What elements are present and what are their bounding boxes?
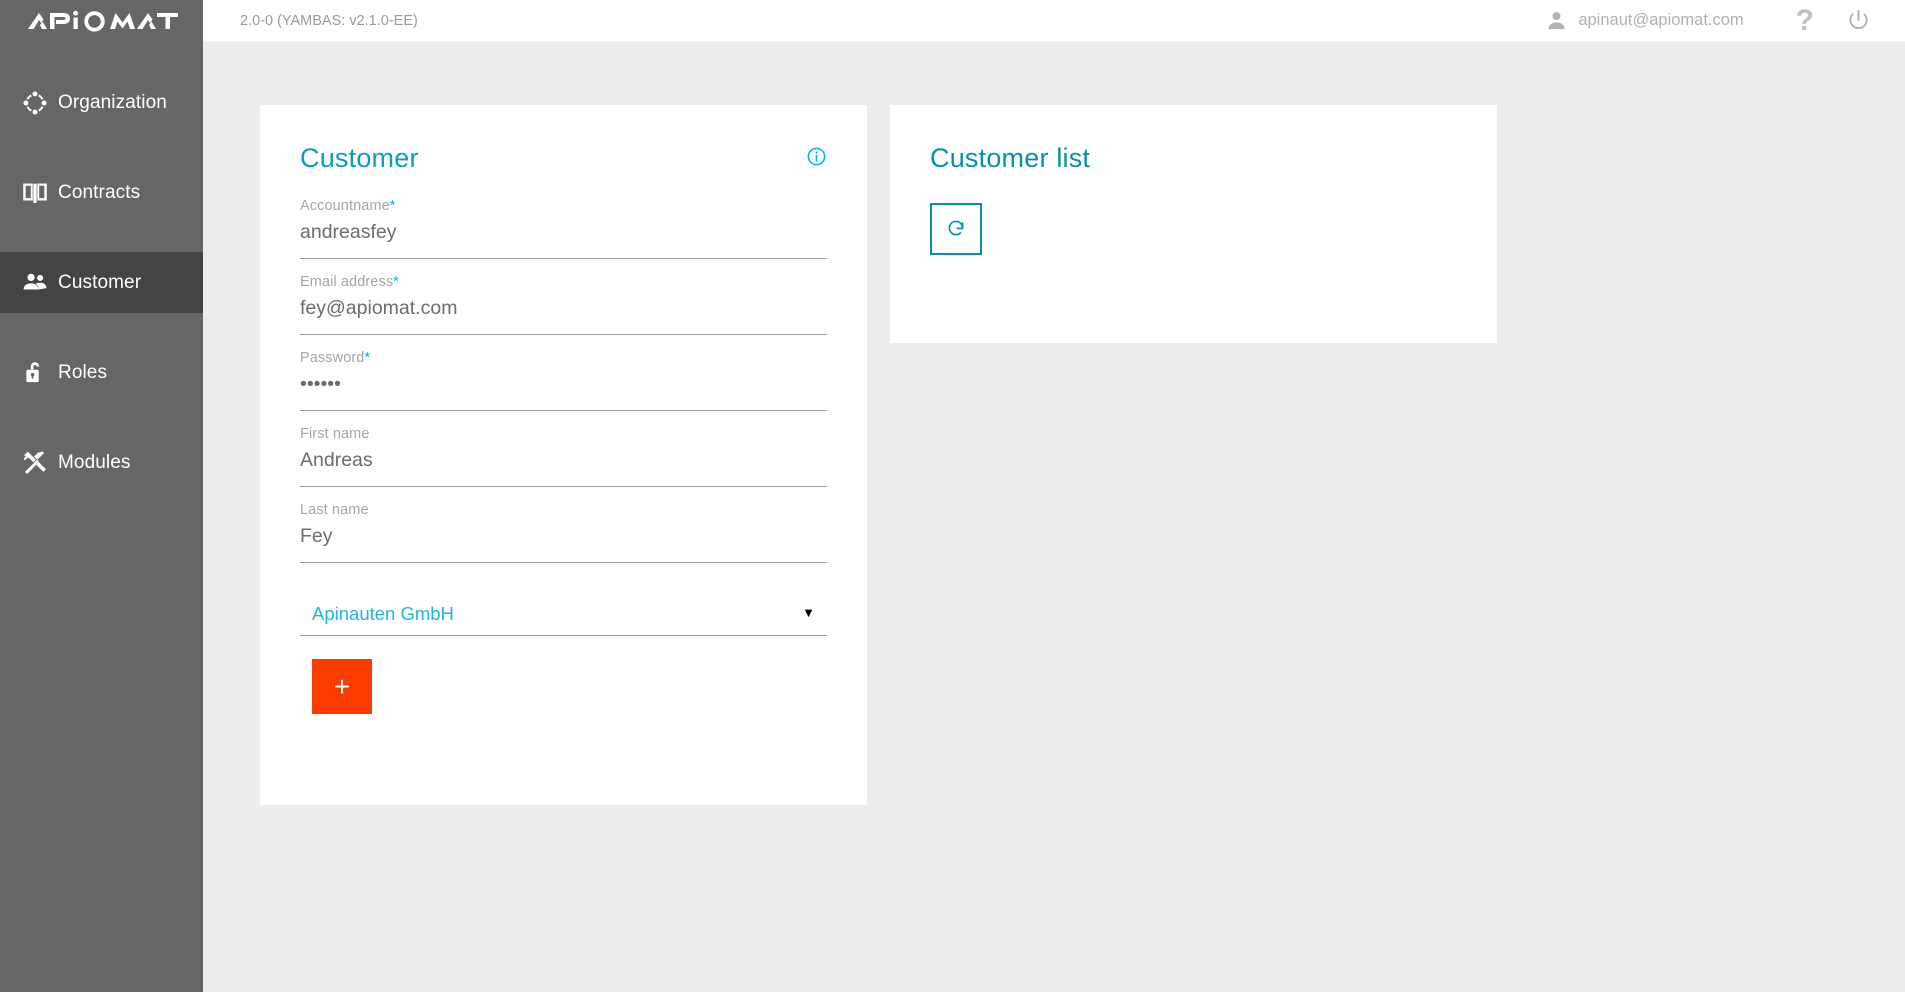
chevron-down-icon: ▼: [802, 605, 815, 620]
sidebar-item-contracts[interactable]: Contracts: [0, 162, 203, 223]
refresh-circular-arrow-icon: [945, 217, 967, 242]
sidebar-nav: Organization Contracts Customer Roles Mo…: [0, 72, 203, 493]
power-icon[interactable]: [1836, 8, 1885, 33]
field-first-name: First name: [300, 426, 827, 487]
sidebar-item-customer[interactable]: Customer: [0, 252, 203, 313]
people-icon: [12, 269, 58, 297]
main-area: 2.0-0 (YAMBAS: v2.1.0-EE) apinaut@apioma…: [203, 0, 1905, 992]
sidebar-item-label: Contracts: [58, 181, 141, 203]
apiomat-logo-icon: [27, 10, 178, 32]
app-root: Organization Contracts Customer Roles Mo…: [0, 0, 1905, 992]
required-marker: *: [389, 198, 396, 214]
sidebar-item-modules[interactable]: Modules: [0, 432, 203, 493]
open-book-icon: [12, 179, 58, 207]
accountname-label: Accountname*: [300, 198, 396, 214]
sidebar-item-label: Customer: [58, 271, 142, 293]
password-label: Password*: [300, 350, 371, 366]
customer-list-title: Customer list: [930, 143, 1091, 173]
first-name-label: First name: [300, 426, 370, 442]
organization-select[interactable]: Apinauten GmbH ▼: [300, 603, 827, 636]
sidebar-item-organization[interactable]: Organization: [0, 72, 203, 133]
apiomat-logo[interactable]: [0, 0, 203, 42]
person-icon: [1535, 9, 1578, 32]
hammer-wrench-icon: [12, 449, 58, 477]
refresh-customer-list-button[interactable]: [930, 203, 982, 255]
info-circle-icon[interactable]: [806, 146, 827, 167]
customer-card: Customer Accountname* Email address*: [260, 105, 867, 805]
field-last-name: Last name: [300, 502, 827, 563]
first-name-input[interactable]: [300, 449, 827, 487]
unlocked-padlock-icon: [12, 359, 58, 387]
last-name-label: Last name: [300, 502, 369, 518]
topbar: 2.0-0 (YAMBAS: v2.1.0-EE) apinaut@apioma…: [203, 0, 1905, 42]
sidebar-item-label: Organization: [58, 91, 167, 113]
sidebar: Organization Contracts Customer Roles Mo…: [0, 0, 203, 992]
field-email-address: Email address*: [300, 274, 827, 335]
field-accountname: Accountname*: [300, 198, 827, 259]
sidebar-item-label: Roles: [58, 361, 108, 383]
accountname-input[interactable]: [300, 221, 827, 259]
topbar-right: apinaut@apiomat.com ?: [1535, 5, 1885, 36]
customer-list-card: Customer list: [890, 105, 1497, 343]
organization-network-icon: [12, 89, 58, 117]
user-email-label: apinaut@apiomat.com: [1578, 11, 1744, 29]
page-title: Customer: [300, 143, 419, 173]
help-button[interactable]: ?: [1774, 5, 1836, 36]
field-password: Password*: [300, 350, 827, 411]
email-address-label: Email address*: [300, 274, 399, 290]
sidebar-item-label: Modules: [58, 451, 131, 473]
version-label: 2.0-0 (YAMBAS: v2.1.0-EE): [240, 12, 418, 29]
sidebar-item-roles[interactable]: Roles: [0, 342, 203, 403]
add-customer-button[interactable]: +: [312, 659, 372, 714]
organization-select-value: Apinauten GmbH: [312, 603, 454, 624]
required-marker: *: [364, 350, 371, 366]
last-name-input[interactable]: [300, 525, 827, 563]
required-marker: *: [393, 274, 399, 290]
email-address-input[interactable]: [300, 297, 827, 335]
page-content: Customer Accountname* Email address*: [203, 42, 1905, 992]
customer-form: Accountname* Email address* Password* Fi…: [300, 198, 827, 714]
password-input[interactable]: [300, 373, 827, 411]
